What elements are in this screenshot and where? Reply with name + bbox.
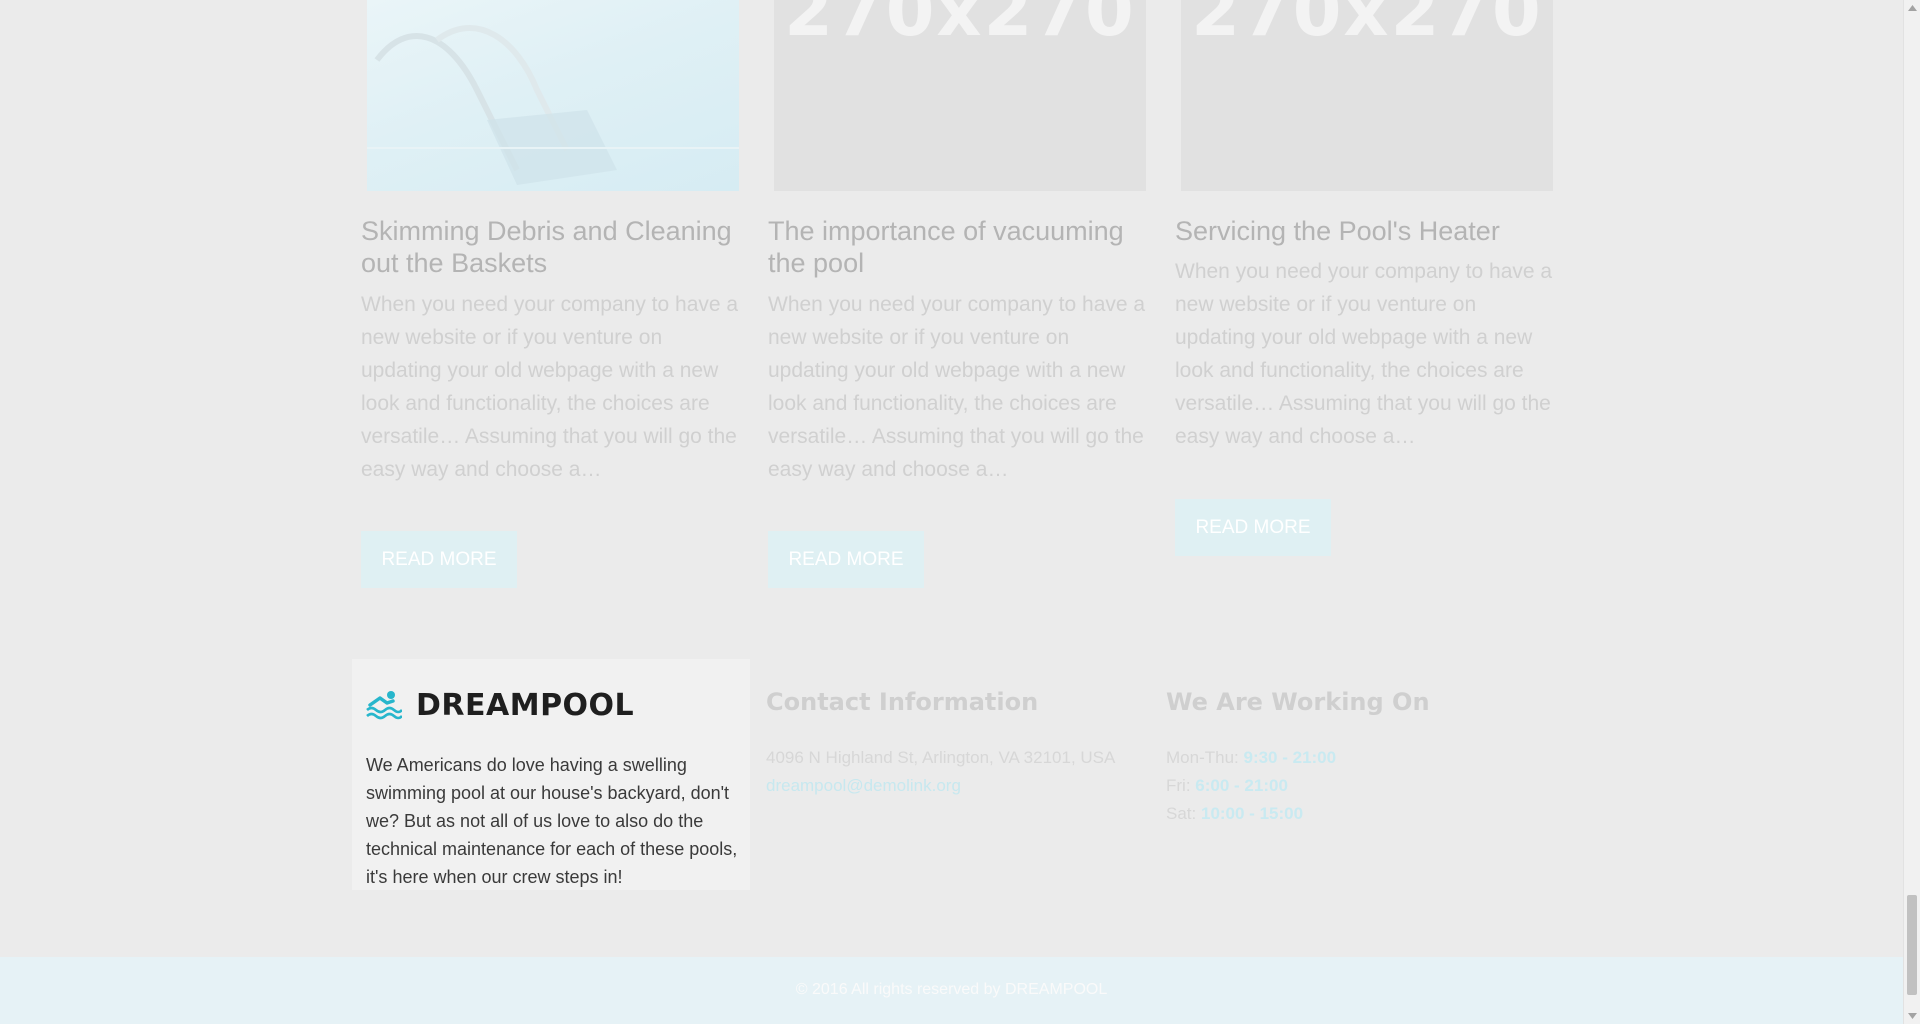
hours-row: Fri: 6:00 - 21:00 xyxy=(1166,776,1288,796)
post-title[interactable]: The importance of vacuuming the pool xyxy=(768,215,1148,279)
hours-day: Mon-Thu: xyxy=(1166,748,1239,767)
post-excerpt: When you need your company to have a new… xyxy=(361,293,739,481)
placeholder-image[interactable]: 270x270 xyxy=(774,0,1146,191)
read-more-button[interactable]: READ MORE xyxy=(1175,499,1331,556)
footer-about: DREAMPOOL We Americans do love having a … xyxy=(352,659,750,890)
contact-email-link[interactable]: dreampool@demolink.org xyxy=(766,776,961,795)
hours-day: Sat: xyxy=(1166,804,1197,823)
hours-time: 9:30 - 21:00 xyxy=(1243,748,1337,767)
read-more-button[interactable]: READ MORE xyxy=(768,531,924,588)
post-excerpt: When you need your company to have a new… xyxy=(768,293,1146,481)
contact-email-line: dreampool@demolink.org xyxy=(766,776,961,796)
brand-name: DREAMPOOL xyxy=(416,687,635,723)
placeholder-label: 270x270 xyxy=(1191,0,1543,52)
scroll-down-arrow-icon[interactable] xyxy=(1904,1007,1920,1024)
contact-heading: Contact Information xyxy=(766,688,1039,716)
swimmer-waves-icon xyxy=(366,691,402,720)
hours-row: Sat: 10:00 - 15:00 xyxy=(1166,804,1303,824)
pool-ladder-illustration xyxy=(367,25,739,185)
contact-address: 4096 N Highland St, Arlington, VA 32101,… xyxy=(766,748,1116,767)
scrollbar-thumb[interactable] xyxy=(1907,895,1917,995)
footer-bottom-bar: © 2016 All rights reserved by DREAMPOOL xyxy=(0,957,1903,1024)
hours-time: 10:00 - 15:00 xyxy=(1200,804,1304,823)
placeholder-image[interactable]: 270x270 xyxy=(1181,0,1553,191)
post-excerpt: When you need your company to have a new… xyxy=(1175,260,1553,448)
brand-logo[interactable]: DREAMPOOL xyxy=(366,685,634,725)
brand-description: We Americans do love having a swelling s… xyxy=(366,755,738,887)
hours-heading: We Are Working On xyxy=(1166,688,1430,716)
hours-row: Mon-Thu: 9:30 - 21:00 xyxy=(1166,748,1336,768)
hours-time: 6:00 - 21:00 xyxy=(1195,776,1288,795)
post-title[interactable]: Servicing the Pool's Heater xyxy=(1175,215,1555,247)
hours-day: Fri: xyxy=(1166,776,1191,795)
pool-steps-image[interactable] xyxy=(367,0,739,191)
read-more-button[interactable]: READ MORE xyxy=(361,531,517,588)
vertical-scrollbar[interactable] xyxy=(1903,0,1920,1024)
page: Skimming Debris and Cleaning out the Bas… xyxy=(0,0,1903,1024)
scroll-up-arrow-icon[interactable] xyxy=(1904,0,1920,17)
post-title[interactable]: Skimming Debris and Cleaning out the Bas… xyxy=(361,215,741,279)
placeholder-label: 270x270 xyxy=(784,0,1136,52)
copyright-text: © 2016 All rights reserved by DREAMPOOL xyxy=(795,981,1108,998)
